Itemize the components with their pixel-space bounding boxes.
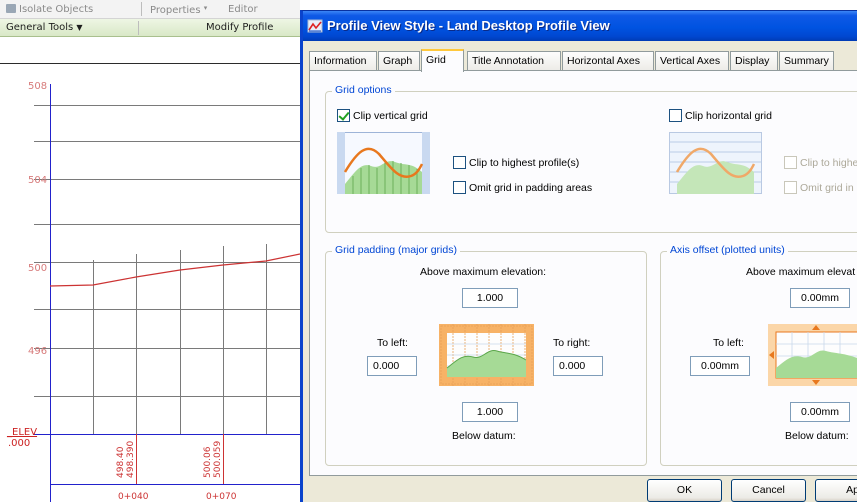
panel-separator — [138, 21, 139, 35]
axis-below-datum-label: Below datum: — [785, 430, 849, 442]
grid-padding-group: Grid padding (major grids) Above maximum… — [325, 244, 647, 466]
omit-grid-padding-checkbox[interactable]: Omit grid in padding areas — [453, 181, 592, 194]
axis-below-datum-input[interactable]: 0.00mm — [790, 402, 850, 422]
elevation-label-496: 496 — [28, 346, 48, 357]
clip-highest-disabled-label: Clip to highe — [800, 157, 857, 169]
grid-tab-panel: Grid options Clip vertical grid Clip to … — [309, 70, 857, 476]
station-label: 0+070 — [206, 492, 237, 502]
elev-datum-label: .000 — [8, 438, 31, 449]
padding-right-label: To right: — [553, 337, 591, 349]
isolate-objects-button[interactable]: Isolate Objects — [6, 4, 93, 15]
below-datum-label: Below datum: — [452, 430, 516, 442]
checkbox-icon — [784, 156, 797, 169]
properties-dropdown-icon: ▾ — [203, 4, 208, 12]
chevron-down-icon: ▼ — [76, 23, 83, 32]
axis-above-max-elevation-label: Above maximum elevat — [746, 266, 856, 278]
dialog-title: Profile View Style - Land Desktop Profil… — [327, 18, 610, 33]
general-tools-panel[interactable]: General Tools ▼ — [6, 22, 83, 33]
checkbox-icon — [453, 156, 466, 169]
axis-above-max-elevation-input[interactable]: 0.00mm — [790, 288, 850, 308]
tab-display[interactable]: Display — [730, 51, 778, 71]
above-max-elevation-input[interactable]: 1.000 — [462, 288, 518, 308]
axis-left-label: To left: — [713, 337, 744, 349]
grid-options-group: Grid options Clip vertical grid Clip to … — [325, 84, 857, 233]
general-tools-label: General Tools — [6, 22, 74, 33]
station-elevation-label: 498.40 — [116, 446, 126, 479]
clip-highest-disabled-checkbox[interactable]: Clip to highe — [784, 156, 857, 169]
apply-button[interactable]: Ap — [815, 479, 857, 502]
profile-view-drawing[interactable]: 508 504 500 496 _ELEV .000 498.40 498.39… — [0, 64, 300, 502]
properties-button[interactable]: Properties ▾ — [150, 4, 207, 16]
elevation-label-508: 508 — [28, 81, 48, 92]
dialog-button-row: OK Cancel Ap — [303, 479, 857, 503]
tab-graph[interactable]: Graph — [378, 51, 420, 71]
civil3d-app-icon — [307, 19, 323, 33]
tab-grid[interactable]: Grid — [421, 49, 464, 72]
tab-title-annotation[interactable]: Title Annotation — [467, 51, 561, 71]
properties-label: Properties — [150, 5, 201, 16]
axis-left-input[interactable]: 0.00mm — [690, 356, 750, 376]
elev-axis-label: _ELEV — [7, 427, 38, 438]
elevation-label-504: 504 — [28, 175, 48, 186]
ok-button[interactable]: OK — [647, 479, 722, 502]
station-elevation-label: 500.059 — [213, 440, 223, 478]
clip-vertical-grid-label: Clip vertical grid — [353, 110, 428, 122]
axis-offset-preview — [768, 324, 857, 386]
clip-horizontal-grid-checkbox[interactable]: Clip horizontal grid — [669, 109, 772, 122]
clip-highest-profiles-label: Clip to highest profile(s) — [469, 157, 580, 169]
above-max-elevation-label: Above maximum elevation: — [420, 266, 547, 278]
isolate-objects-label: Isolate Objects — [19, 4, 94, 15]
tab-strip: Information Graph Grid Title Annotation … — [309, 49, 857, 72]
padding-right-input[interactable]: 0.000 — [553, 356, 603, 376]
profile-grid — [34, 84, 300, 502]
dialog-title-bar[interactable]: Profile View Style - Land Desktop Profil… — [303, 11, 857, 41]
station-elevation-label: 498.390 — [126, 440, 136, 478]
checkbox-checked-icon — [337, 109, 350, 122]
tab-information[interactable]: Information — [309, 51, 377, 71]
tab-vertical-axes[interactable]: Vertical Axes — [655, 51, 729, 71]
checkbox-icon — [669, 109, 682, 122]
tab-horizontal-axes[interactable]: Horizontal Axes — [562, 51, 654, 71]
checkbox-icon — [784, 181, 797, 194]
modify-profile-panel[interactable]: Modify Profile — [206, 22, 273, 33]
padding-left-input[interactable]: 0.000 — [367, 356, 417, 376]
checkbox-icon — [453, 181, 466, 194]
cancel-button[interactable]: Cancel — [731, 479, 806, 502]
omit-grid-disabled-label: Omit grid in — [800, 182, 854, 194]
below-datum-input[interactable]: 1.000 — [462, 402, 518, 422]
station-label: 0+040 — [118, 492, 149, 502]
clip-highest-profiles-checkbox[interactable]: Clip to highest profile(s) — [453, 156, 579, 169]
profile-view-style-dialog: Profile View Style - Land Desktop Profil… — [300, 10, 857, 502]
grid-options-title: Grid options — [332, 84, 395, 96]
grid-padding-title: Grid padding (major grids) — [332, 244, 460, 256]
omit-grid-padding-label: Omit grid in padding areas — [469, 182, 593, 194]
clip-horizontal-grid-preview — [669, 132, 762, 194]
omit-grid-disabled-checkbox[interactable]: Omit grid in — [784, 181, 854, 194]
clip-vertical-grid-checkbox[interactable]: Clip vertical grid — [337, 109, 428, 122]
clip-vertical-grid-preview — [337, 132, 430, 194]
isolate-objects-icon — [6, 4, 16, 13]
axis-offset-group: Axis offset (plotted units) Above maximu… — [660, 244, 857, 466]
station-elevation-label: 500.06 — [203, 446, 213, 479]
ribbon-panel-bar: General Tools ▼ Modify Profile — [0, 19, 300, 37]
padding-left-label: To left: — [377, 337, 408, 349]
elevation-label-500: 500 — [28, 263, 48, 274]
axis-offset-title: Axis offset (plotted units) — [667, 244, 788, 256]
editor-button[interactable]: Editor — [228, 4, 258, 15]
ribbon-separator — [141, 2, 142, 16]
tab-summary[interactable]: Summary — [779, 51, 834, 71]
clip-horizontal-grid-label: Clip horizontal grid — [685, 110, 772, 122]
grid-padding-preview — [439, 324, 534, 386]
app-ribbon: Isolate Objects Properties ▾ Editor — [0, 0, 300, 19]
